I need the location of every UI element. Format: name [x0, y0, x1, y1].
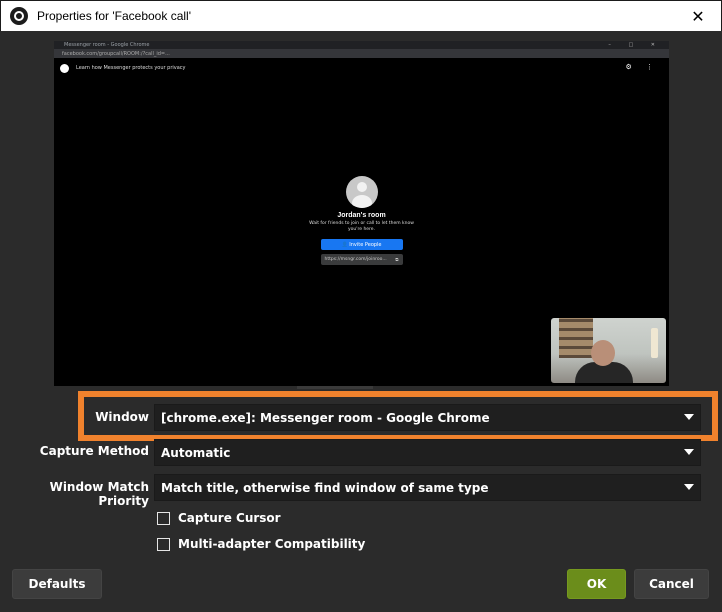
browser-window-controls: – □ ✕ — [608, 42, 663, 48]
messenger-header: Learn how Messenger protects your privac… — [54, 58, 669, 78]
multi-adapter-checkbox[interactable] — [157, 537, 170, 551]
messenger-header-text: Learn how Messenger protects your privac… — [76, 65, 186, 71]
bookshelf-image — [559, 318, 593, 358]
title-bar: Properties for 'Facebook call' ✕ — [0, 0, 722, 31]
copy-icon: ⧉ — [395, 257, 399, 263]
match-priority-label: Window Match Priority — [49, 480, 149, 508]
defaults-button[interactable]: Defaults — [12, 569, 102, 599]
messenger-header-icons: ⚙ ⋮ — [625, 63, 659, 71]
window-select[interactable]: [chrome.exe]: Messenger room - Google Ch… — [154, 404, 701, 431]
chevron-down-icon — [684, 414, 694, 420]
room-link-text: https://msngr.com/joinroo... — [324, 257, 387, 262]
room-name: Jordan's room — [337, 212, 386, 219]
window-label: Window — [95, 410, 149, 424]
capture-method-label: Capture Method — [39, 444, 149, 458]
browser-tab-bar: Messenger room - Google Chrome – □ ✕ — [54, 41, 669, 49]
capture-method-value: Automatic — [161, 445, 231, 460]
multi-adapter-row[interactable]: Multi-adapter Compatibility — [157, 537, 365, 551]
chevron-down-icon — [684, 484, 694, 490]
avatar-icon — [345, 176, 378, 208]
capture-cursor-row[interactable]: Capture Cursor — [157, 511, 281, 525]
capture-method-select[interactable]: Automatic — [154, 439, 701, 466]
source-preview: Messenger room - Google Chrome – □ ✕ fac… — [54, 41, 669, 386]
browser-address-bar: facebook.com/groupcall/ROOM:/?call_id=..… — [54, 49, 669, 58]
capture-cursor-label[interactable]: Capture Cursor — [178, 511, 281, 525]
browser-url: facebook.com/groupcall/ROOM:/?call_id=..… — [62, 50, 170, 57]
cancel-button[interactable]: Cancel — [634, 569, 709, 599]
person-head-image — [591, 340, 615, 366]
preview-resize-handle[interactable] — [297, 386, 373, 389]
multi-adapter-label[interactable]: Multi-adapter Compatibility — [178, 537, 365, 551]
lamp-image — [651, 328, 658, 358]
browser-tab-title: Messenger room - Google Chrome — [64, 42, 150, 48]
messenger-logo-icon — [60, 63, 69, 73]
close-icon[interactable]: ✕ — [675, 1, 721, 31]
ok-button[interactable]: OK — [567, 569, 626, 599]
room-panel: Jordan's room Wait for friends to join o… — [304, 176, 419, 265]
match-priority-value: Match title, otherwise find window of sa… — [161, 480, 489, 495]
obs-app-icon — [10, 7, 28, 25]
webcam-thumbnail — [551, 318, 666, 383]
room-subtitle: Wait for friends to join or call to let … — [309, 221, 414, 232]
window-title: Properties for 'Facebook call' — [37, 9, 191, 23]
capture-cursor-checkbox[interactable] — [157, 511, 170, 525]
match-priority-select[interactable]: Match title, otherwise find window of sa… — [154, 474, 701, 501]
room-link: https://msngr.com/joinroo... ⧉ — [320, 254, 403, 265]
window-select-value: [chrome.exe]: Messenger room - Google Ch… — [161, 410, 490, 425]
invite-people-button: 👤 Invite People — [320, 239, 403, 250]
chevron-down-icon — [684, 449, 694, 455]
